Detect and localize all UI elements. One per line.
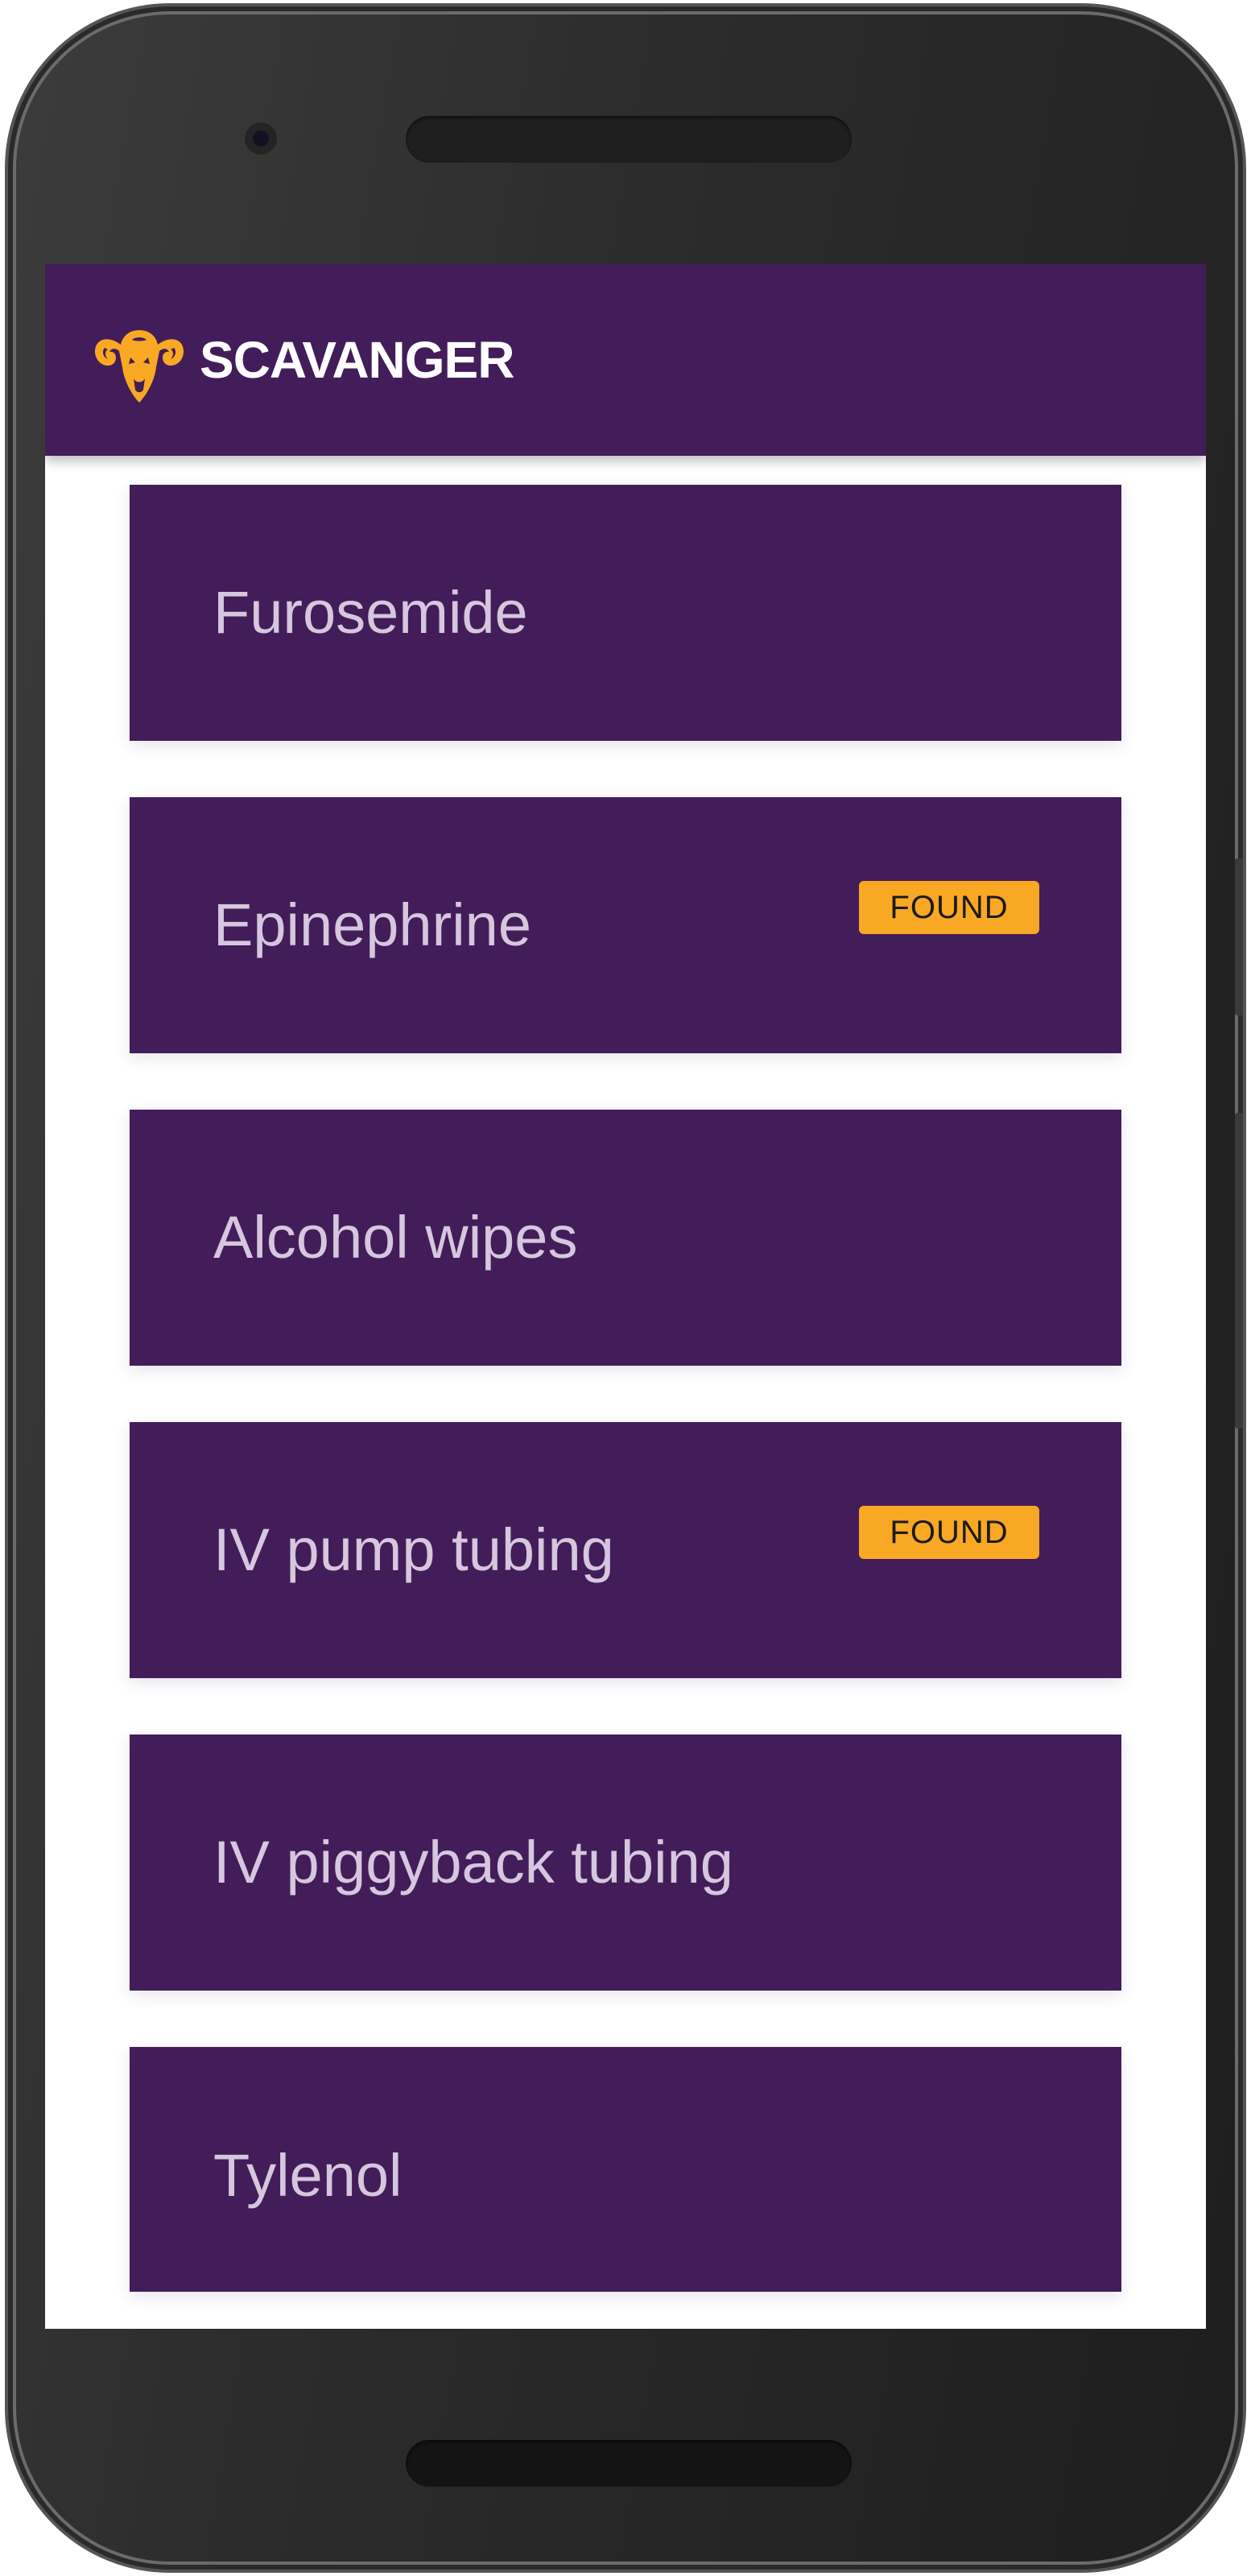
app-bar: SCAVANGER xyxy=(45,264,1206,456)
front-camera xyxy=(245,122,277,155)
power-button xyxy=(1235,1113,1243,1429)
item-label: IV pump tubing xyxy=(213,1516,614,1583)
list-item[interactable]: Epinephrine FOUND xyxy=(130,797,1121,1053)
list-item[interactable]: IV pump tubing FOUND xyxy=(130,1422,1121,1678)
list-item[interactable]: Tylenol xyxy=(130,2047,1121,2292)
list-item[interactable]: IV piggyback tubing xyxy=(130,1735,1121,1991)
list-item[interactable]: Furosemide xyxy=(130,485,1121,741)
item-label: Furosemide xyxy=(213,579,528,646)
earpiece-speaker xyxy=(406,116,852,163)
item-label: Epinephrine xyxy=(213,891,531,958)
found-badge: FOUND xyxy=(859,881,1039,934)
item-label: IV piggyback tubing xyxy=(213,1829,733,1896)
item-list: Furosemide Epinephrine FOUND Alcohol wip… xyxy=(45,264,1206,2329)
item-label: Tylenol xyxy=(213,2142,403,2209)
app-title: SCAVANGER xyxy=(200,331,514,389)
app-screen: Furosemide Epinephrine FOUND Alcohol wip… xyxy=(45,264,1206,2329)
item-label: Alcohol wipes xyxy=(213,1204,578,1271)
found-badge: FOUND xyxy=(859,1506,1039,1559)
volume-button xyxy=(1235,858,1243,1015)
list-item[interactable]: Alcohol wipes xyxy=(130,1110,1121,1366)
bottom-speaker xyxy=(406,2440,852,2487)
ram-head-icon xyxy=(94,330,184,403)
